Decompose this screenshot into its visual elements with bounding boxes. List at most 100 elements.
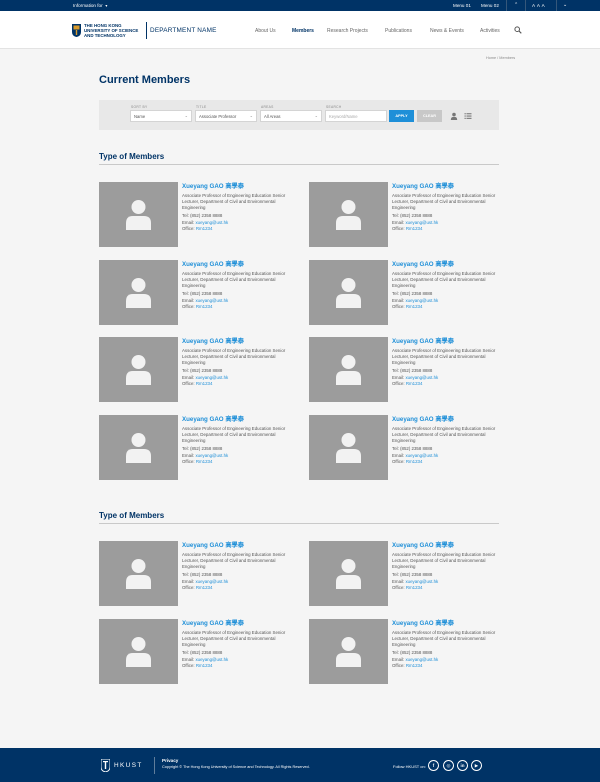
office-link[interactable]: Rm1234: [406, 381, 423, 386]
member-photo[interactable]: [99, 260, 178, 325]
office-link[interactable]: Rm1234: [196, 459, 213, 464]
university-name[interactable]: The Hong Kong University of Science and …: [84, 23, 138, 39]
office-link[interactable]: Rm1234: [406, 663, 423, 668]
email-label: Email:: [392, 297, 405, 303]
search-input[interactable]: Keyword/Name: [325, 110, 387, 122]
sort-by-select[interactable]: Name ⌄: [130, 110, 192, 122]
office-link[interactable]: Rm1234: [406, 226, 423, 231]
member-name[interactable]: Xueyang GAO 高學泰: [182, 618, 244, 627]
office-label: Office:: [182, 585, 195, 590]
member-card[interactable]: Xueyang GAO 高學泰 Associate Professor of En…: [309, 541, 499, 606]
nav-publications[interactable]: Publications: [385, 28, 412, 34]
member-card[interactable]: Xueyang GAO 高學泰 Associate Professor of En…: [309, 415, 499, 480]
member-name[interactable]: Xueyang GAO 高學泰: [392, 618, 454, 627]
member-card[interactable]: Xueyang GAO 高學泰 Associate Professor of En…: [99, 541, 289, 606]
linkedin-icon[interactable]: in: [457, 760, 468, 771]
email-link[interactable]: xueyang@ust.hk: [405, 579, 438, 584]
list-view-icon[interactable]: [464, 112, 472, 120]
member-photo[interactable]: [309, 337, 388, 402]
office-link[interactable]: Rm1234: [196, 381, 213, 386]
search-icon[interactable]: [514, 26, 522, 34]
menu-02-link[interactable]: Menu 02: [481, 3, 499, 8]
member-card[interactable]: Xueyang GAO 高學泰 Associate Professor of En…: [99, 619, 289, 684]
member-card[interactable]: Xueyang GAO 高學泰 Associate Professor of En…: [99, 182, 289, 247]
footer-logo-text[interactable]: HKUST: [114, 762, 143, 769]
email-link[interactable]: xueyang@ust.hk: [195, 298, 228, 303]
chevron-down-icon[interactable]: ⌄: [563, 2, 567, 8]
member-photo[interactable]: [99, 182, 178, 247]
member-name[interactable]: Xueyang GAO 高學泰: [182, 259, 244, 268]
office-link[interactable]: Rm1234: [406, 304, 423, 309]
member-name[interactable]: Xueyang GAO 高學泰: [392, 181, 454, 190]
office-link[interactable]: Rm1234: [406, 459, 423, 464]
member-name[interactable]: Xueyang GAO 高學泰: [392, 540, 454, 549]
office-link[interactable]: Rm1234: [196, 585, 213, 590]
nav-news-events[interactable]: News & Events: [430, 28, 464, 34]
department-name[interactable]: DEPARTMENT NAME: [150, 27, 217, 34]
instagram-icon[interactable]: ◎: [443, 760, 454, 771]
member-photo[interactable]: [99, 337, 178, 402]
email-link[interactable]: xueyang@ust.hk: [195, 375, 228, 380]
information-for-menu[interactable]: Information for ▼: [73, 3, 108, 8]
member-name[interactable]: Xueyang GAO 高學泰: [182, 414, 244, 423]
office-link[interactable]: Rm1234: [406, 585, 423, 590]
member-name[interactable]: Xueyang GAO 高學泰: [392, 414, 454, 423]
email-link[interactable]: xueyang@ust.hk: [195, 579, 228, 584]
hkust-crest-icon[interactable]: [101, 759, 110, 772]
member-card[interactable]: Xueyang GAO 高學泰 Associate Professor of En…: [309, 619, 499, 684]
breadcrumb[interactable]: Home / Members: [486, 56, 515, 60]
member-card[interactable]: Xueyang GAO 高學泰 Associate Professor of En…: [309, 337, 499, 402]
nav-activities[interactable]: Activities: [480, 28, 500, 34]
member-card[interactable]: Xueyang GAO 高學泰 Associate Professor of En…: [309, 182, 499, 247]
member-card[interactable]: Xueyang GAO 高學泰 Associate Professor of En…: [309, 260, 499, 325]
privacy-link[interactable]: Privacy: [162, 758, 178, 763]
email-link[interactable]: xueyang@ust.hk: [405, 298, 438, 303]
member-name[interactable]: Xueyang GAO 高學泰: [392, 259, 454, 268]
member-name[interactable]: Xueyang GAO 高學泰: [392, 336, 454, 345]
email-link[interactable]: xueyang@ust.hk: [405, 220, 438, 225]
member-photo[interactable]: [309, 182, 388, 247]
logo-divider: [146, 22, 147, 39]
clear-button[interactable]: CLEAR: [417, 110, 442, 122]
caret-down-icon: ▼: [104, 4, 109, 8]
email-link[interactable]: xueyang@ust.hk: [195, 657, 228, 662]
email-link[interactable]: xueyang@ust.hk: [195, 453, 228, 458]
member-photo[interactable]: [309, 415, 388, 480]
member-name[interactable]: Xueyang GAO 高學泰: [182, 336, 244, 345]
nav-about-us[interactable]: About Us: [255, 28, 276, 34]
office-link[interactable]: Rm1234: [196, 226, 213, 231]
menu-01-link[interactable]: Menu 01: [453, 3, 471, 8]
member-photo[interactable]: [99, 619, 178, 684]
facebook-icon[interactable]: f: [428, 760, 439, 771]
email-link[interactable]: xueyang@ust.hk: [405, 375, 438, 380]
email-link[interactable]: xueyang@ust.hk: [195, 220, 228, 225]
email-link[interactable]: xueyang@ust.hk: [405, 453, 438, 458]
youtube-icon[interactable]: ▶: [471, 760, 482, 771]
grid-view-icon[interactable]: [450, 112, 458, 120]
areas-select[interactable]: All Areas ⌄: [260, 110, 322, 122]
hkust-crest-icon[interactable]: [72, 24, 81, 37]
member-card[interactable]: Xueyang GAO 高學泰 Associate Professor of En…: [99, 415, 289, 480]
email-link[interactable]: xueyang@ust.hk: [405, 657, 438, 662]
member-title: Associate Professor of Engineering Educa…: [392, 271, 496, 288]
tel-value: (852) 2358 8888: [190, 368, 223, 373]
member-photo[interactable]: [99, 415, 178, 480]
member-card[interactable]: Xueyang GAO 高學泰 Associate Professor of En…: [99, 260, 289, 325]
member-photo[interactable]: [309, 619, 388, 684]
member-title: Associate Professor of Engineering Educa…: [392, 552, 496, 569]
nav-members[interactable]: Members: [292, 28, 314, 34]
person-placeholder-icon: [126, 355, 151, 385]
member-name[interactable]: Xueyang GAO 高學泰: [182, 540, 244, 549]
nav-research-projects[interactable]: Research Projects: [327, 28, 368, 34]
font-size-controls[interactable]: A A A: [532, 3, 545, 8]
member-card[interactable]: Xueyang GAO 高學泰 Associate Professor of En…: [99, 337, 289, 402]
member-photo[interactable]: [99, 541, 178, 606]
office-link[interactable]: Rm1234: [196, 663, 213, 668]
office-link[interactable]: Rm1234: [196, 304, 213, 309]
member-photo[interactable]: [309, 260, 388, 325]
apply-button[interactable]: APPLY: [389, 110, 414, 122]
member-photo[interactable]: [309, 541, 388, 606]
chevron-up-icon[interactable]: ⌃: [514, 2, 518, 8]
title-select[interactable]: Associate Professor ⌄: [195, 110, 257, 122]
member-name[interactable]: Xueyang GAO 高學泰: [182, 181, 244, 190]
